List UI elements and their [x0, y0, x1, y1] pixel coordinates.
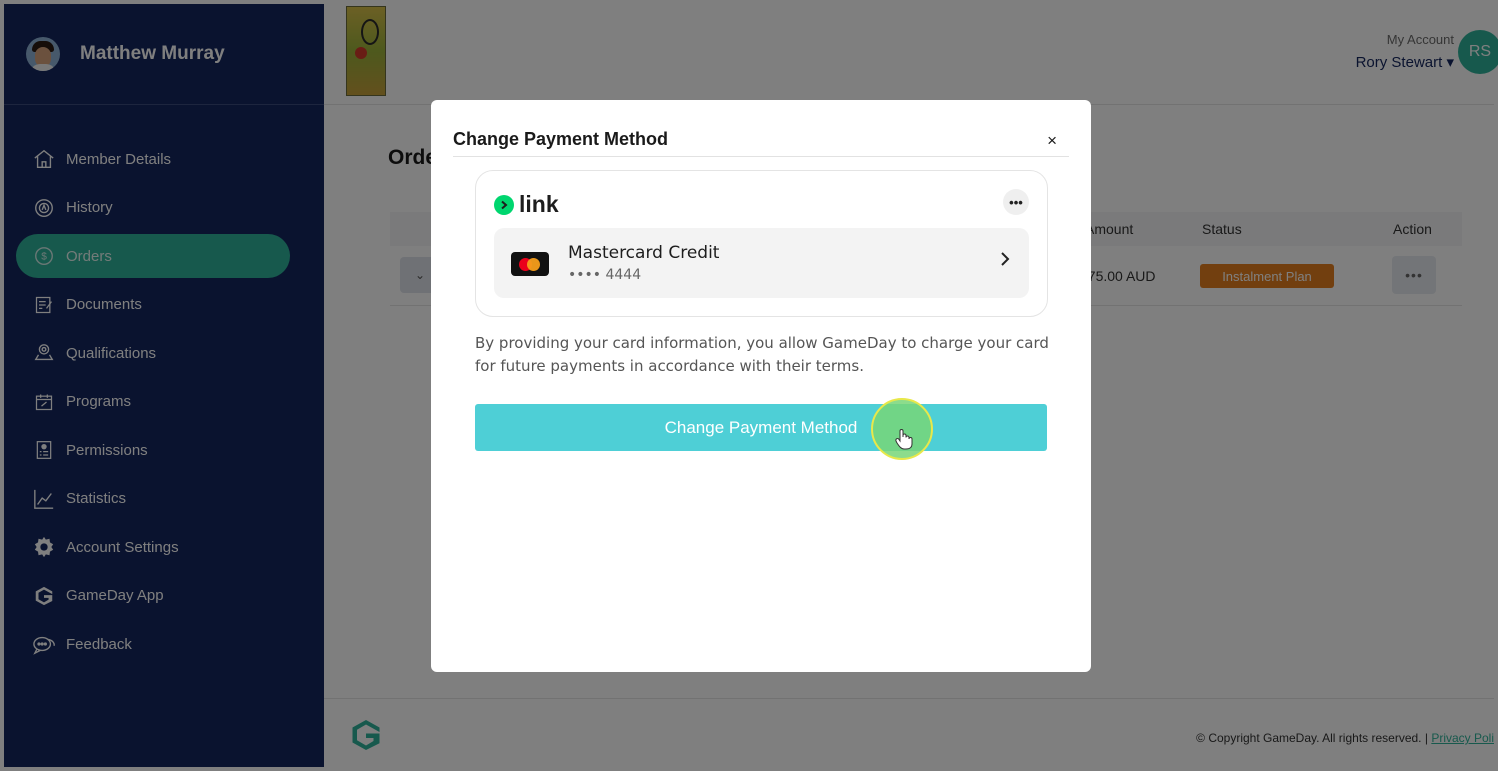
card-number: •••• 4444	[568, 267, 642, 283]
link-payment-card: link ••• Mastercard Credit •••• 4444	[475, 170, 1048, 317]
disclaimer-text: By providing your card information, you …	[475, 334, 1049, 375]
close-icon[interactable]: ×	[1047, 131, 1057, 151]
saved-card-row[interactable]: Mastercard Credit •••• 4444	[494, 228, 1029, 298]
modal-title: Change Payment Method	[453, 129, 669, 149]
card-name: Mastercard Credit	[568, 243, 720, 263]
hand-cursor-icon	[895, 428, 913, 456]
modal-divider	[453, 156, 1069, 157]
chevron-right-icon	[999, 250, 1011, 273]
link-wordmark: link	[519, 191, 559, 217]
link-more-button[interactable]: •••	[1003, 189, 1029, 215]
change-payment-method-button[interactable]: Change Payment Method	[475, 404, 1047, 451]
change-payment-modal: Change Payment Method × link ••• Masterc…	[431, 100, 1091, 672]
mastercard-icon	[511, 252, 549, 276]
link-arrow-icon	[494, 194, 514, 215]
link-logo: link	[494, 191, 559, 218]
